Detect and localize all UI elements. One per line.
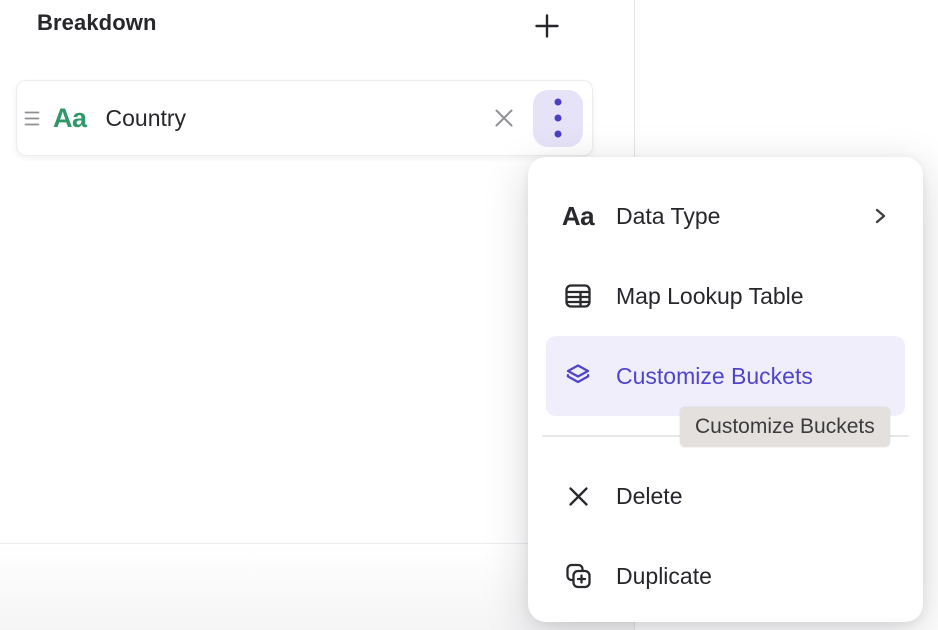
- chevron-right-icon: [869, 205, 891, 227]
- menu-item-map-lookup-table[interactable]: Map Lookup Table: [528, 256, 923, 336]
- x-icon: [560, 483, 596, 510]
- panel-header: Breakdown: [0, 0, 634, 52]
- data-type-icon: Aa: [560, 203, 596, 229]
- field-options-menu: Aa Data Type Map Lookup Table Customize …: [528, 157, 923, 622]
- menu-item-label: Customize Buckets: [616, 363, 813, 390]
- breakdown-field-card[interactable]: Aa Country: [16, 80, 593, 156]
- table-icon: [560, 281, 596, 311]
- close-icon: [491, 105, 517, 131]
- remove-field-button[interactable]: [487, 101, 521, 135]
- tooltip-text: Customize Buckets: [695, 415, 875, 439]
- menu-item-duplicate[interactable]: Duplicate: [528, 536, 923, 616]
- duplicate-icon: [560, 561, 596, 591]
- drag-handle-icon[interactable]: [24, 110, 40, 127]
- menu-item-label: Data Type: [616, 203, 720, 230]
- add-breakdown-button[interactable]: [528, 7, 566, 45]
- menu-item-label: Map Lookup Table: [616, 283, 804, 310]
- data-type-badge: Aa: [53, 105, 87, 132]
- field-options-button[interactable]: [533, 90, 583, 147]
- customize-buckets-tooltip: Customize Buckets: [680, 407, 890, 447]
- menu-item-delete[interactable]: Delete: [528, 456, 923, 536]
- menu-item-data-type[interactable]: Aa Data Type: [528, 176, 923, 256]
- buckets-icon: [560, 361, 596, 391]
- page-title: Breakdown: [37, 10, 156, 36]
- field-label: Country: [106, 105, 187, 132]
- menu-item-customize-buckets[interactable]: Customize Buckets: [546, 336, 905, 416]
- menu-item-label: Duplicate: [616, 563, 712, 590]
- plus-icon: [532, 11, 562, 41]
- kebab-icon: [552, 96, 564, 140]
- menu-item-label: Delete: [616, 483, 682, 510]
